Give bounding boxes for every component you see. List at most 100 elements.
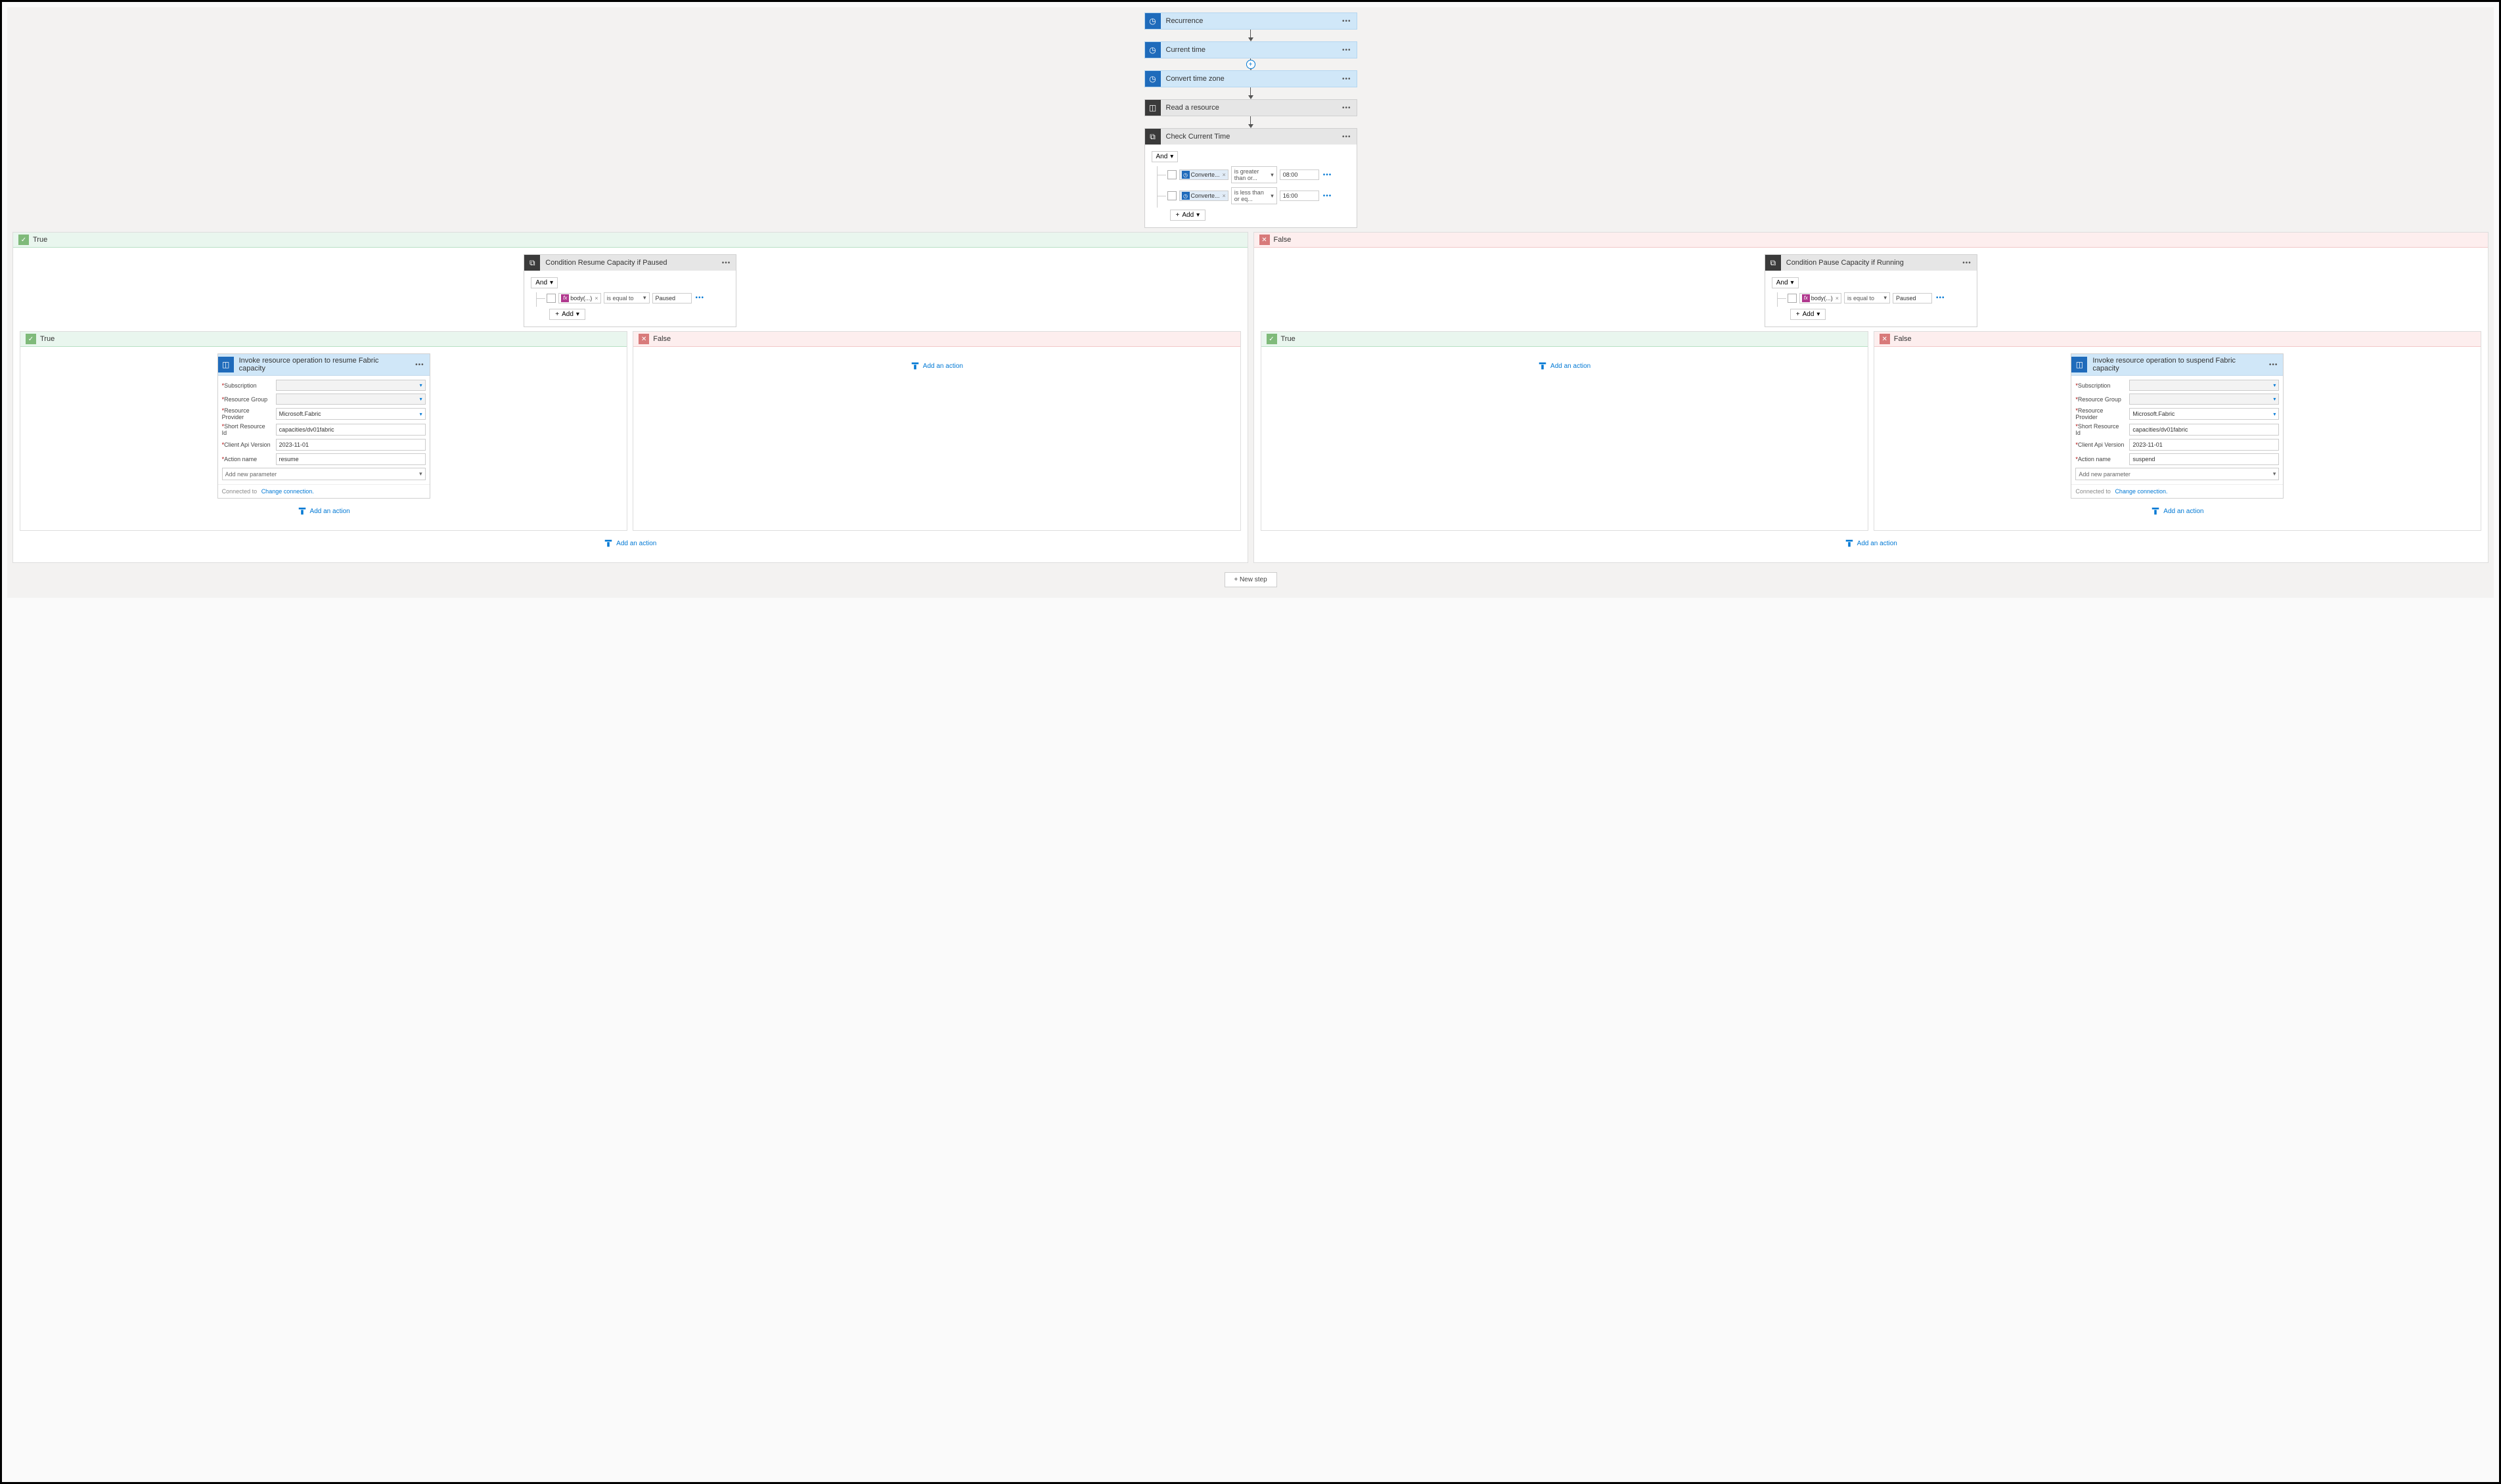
row-checkbox[interactable]	[1167, 191, 1177, 200]
fx-icon: fx	[561, 294, 569, 302]
clock-icon: ◷	[1145, 42, 1161, 58]
resource-group-select[interactable]: ▾	[276, 393, 426, 405]
condition-row: ◷Converte...× is greater than or...▾ 08:…	[1167, 166, 1350, 183]
operator-select[interactable]: is greater than or...▾	[1231, 166, 1277, 183]
chevron-down-icon: ▾	[550, 279, 553, 286]
row-checkbox[interactable]	[547, 294, 556, 303]
add-action-link[interactable]: Add an action	[2151, 506, 2203, 516]
branch-false-pause: ✕False ◫ Invoke resource operation to su…	[1874, 331, 2481, 531]
operator-select[interactable]: is equal to▾	[1844, 292, 1890, 304]
branch-label: True	[33, 236, 47, 244]
short-resource-id-input[interactable]: capacities/dv01fabric	[276, 424, 426, 436]
clock-icon: ◷	[1182, 192, 1190, 200]
ellipsis-icon[interactable]: •••	[694, 294, 706, 302]
ellipsis-icon[interactable]: •••	[1935, 294, 1947, 302]
dynamic-token[interactable]: ◷Converte...×	[1179, 191, 1228, 201]
condition-header[interactable]: ⧉ Condition Pause Capacity if Running ••…	[1765, 255, 1977, 271]
branch-label: False	[1894, 335, 1912, 343]
check-icon: ✓	[1267, 334, 1277, 344]
insert-step-button[interactable]: +	[1246, 60, 1255, 69]
dynamic-token[interactable]: ◷Converte...×	[1179, 169, 1228, 180]
ellipsis-icon[interactable]: •••	[1337, 133, 1357, 141]
client-api-version-input[interactable]: 2023-11-01	[2129, 439, 2279, 451]
condition-header[interactable]: ⧉ Condition Resume Capacity if Paused ••…	[524, 255, 736, 271]
condition-rows: ◷Converte...× is greater than or...▾ 08:…	[1152, 166, 1350, 221]
step-title: Condition Pause Capacity if Running	[1781, 256, 1957, 269]
clock-icon: ◷	[1145, 13, 1161, 29]
condition-resume-if-paused: ⧉ Condition Resume Capacity if Paused ••…	[524, 254, 736, 327]
remove-token-icon[interactable]: ×	[1834, 295, 1839, 302]
step-convert-timezone[interactable]: ◷ Convert time zone •••	[1144, 70, 1357, 87]
value-input[interactable]: Paused	[1893, 293, 1932, 304]
ellipsis-icon[interactable]: •••	[1337, 18, 1357, 25]
add-parameter-select[interactable]: Add new parameter▾	[222, 468, 426, 480]
add-condition-button[interactable]: +Add▾	[1170, 210, 1206, 221]
operator-select[interactable]: is equal to▾	[604, 292, 650, 304]
expression-token[interactable]: fxbody(...)×	[558, 293, 600, 304]
add-condition-button[interactable]: +Add▾	[549, 309, 585, 320]
logic-operator-select[interactable]: And▾	[1772, 277, 1799, 288]
flow-arrow: +	[1144, 58, 1357, 70]
value-input[interactable]: Paused	[652, 293, 692, 304]
arm-icon: ◫	[218, 357, 234, 372]
ellipsis-icon[interactable]: •••	[1337, 104, 1357, 112]
resource-provider-select[interactable]: Microsoft.Fabric▾	[2129, 408, 2279, 420]
row-checkbox[interactable]	[1788, 294, 1797, 303]
add-action-link[interactable]: Add an action	[298, 506, 350, 516]
new-step-button[interactable]: + New step	[1225, 572, 1277, 587]
add-action-link[interactable]: Add an action	[1538, 361, 1590, 371]
resource-provider-select[interactable]: Microsoft.Fabric▾	[276, 408, 426, 420]
add-action-icon	[2151, 506, 2160, 516]
ellipsis-icon[interactable]: •••	[1322, 171, 1334, 179]
pause-branches: ✓True Add an action ✕False	[1261, 331, 2482, 531]
condition-row: fxbody(...)× is equal to▾ Paused •••	[1788, 292, 1970, 304]
subscription-select[interactable]: ▾	[2129, 380, 2279, 391]
ellipsis-icon[interactable]: •••	[1337, 76, 1357, 83]
operator-select[interactable]: is less than or eq...▾	[1231, 187, 1277, 204]
value-input[interactable]: 16:00	[1280, 191, 1319, 201]
add-action-link[interactable]: Add an action	[604, 539, 656, 548]
row-checkbox[interactable]	[1167, 170, 1177, 179]
add-action-icon	[911, 361, 920, 371]
value-input[interactable]: 08:00	[1280, 169, 1319, 180]
step-read-resource[interactable]: ◫ Read a resource •••	[1144, 99, 1357, 116]
add-condition-button[interactable]: +Add▾	[1790, 309, 1826, 320]
resource-group-select[interactable]: ▾	[2129, 393, 2279, 405]
branch-false-resume: ✕False Add an action	[633, 331, 1240, 531]
add-action-link[interactable]: Add an action	[911, 361, 963, 371]
condition-body: And▾ ◷Converte...× is greater than or...…	[1145, 145, 1357, 227]
condition-icon: ⧉	[1765, 255, 1781, 271]
fx-icon: fx	[1802, 294, 1810, 302]
add-parameter-select[interactable]: Add new parameter▾	[2075, 468, 2279, 480]
step-title: Current time	[1161, 43, 1337, 56]
subscription-select[interactable]: ▾	[276, 380, 426, 391]
action-header[interactable]: ◫ Invoke resource operation to suspend F…	[2071, 354, 2283, 376]
change-connection-link[interactable]: Change connection.	[261, 488, 314, 495]
expression-token[interactable]: fxbody(...)×	[1799, 293, 1841, 304]
ellipsis-icon[interactable]: •••	[1957, 259, 1977, 267]
ellipsis-icon[interactable]: •••	[717, 259, 736, 267]
remove-token-icon[interactable]: ×	[593, 295, 598, 302]
ellipsis-icon[interactable]: •••	[410, 361, 430, 369]
action-header[interactable]: ◫ Invoke resource operation to resume Fa…	[218, 354, 430, 376]
condition-header[interactable]: ⧉ Check Current Time •••	[1145, 129, 1357, 145]
client-api-version-input[interactable]: 2023-11-01	[276, 439, 426, 451]
remove-token-icon[interactable]: ×	[1221, 192, 1226, 199]
step-title: Read a resource	[1161, 101, 1337, 114]
short-resource-id-input[interactable]: capacities/dv01fabric	[2129, 424, 2279, 436]
top-branches: ✓ True ⧉ Condition Resume Capacity if Pa…	[12, 232, 2489, 563]
ellipsis-icon[interactable]: •••	[1322, 192, 1334, 200]
add-action-link[interactable]: Add an action	[1845, 539, 1897, 548]
action-name-input[interactable]: resume	[276, 453, 426, 465]
step-recurrence[interactable]: ◷ Recurrence •••	[1144, 12, 1357, 30]
designer-canvas: ◷ Recurrence ••• ◷ Current time ••• + ◷ …	[7, 7, 2494, 598]
step-current-time[interactable]: ◷ Current time •••	[1144, 41, 1357, 58]
action-name-input[interactable]: suspend	[2129, 453, 2279, 465]
remove-token-icon[interactable]: ×	[1221, 171, 1226, 178]
condition-row: fxbody(...)× is equal to▾ Paused •••	[547, 292, 729, 304]
logic-operator-select[interactable]: And▾	[531, 277, 558, 288]
ellipsis-icon[interactable]: •••	[1337, 47, 1357, 54]
logic-operator-select[interactable]: And▾	[1152, 151, 1179, 162]
ellipsis-icon[interactable]: •••	[2264, 361, 2284, 369]
change-connection-link[interactable]: Change connection.	[2115, 488, 2167, 495]
